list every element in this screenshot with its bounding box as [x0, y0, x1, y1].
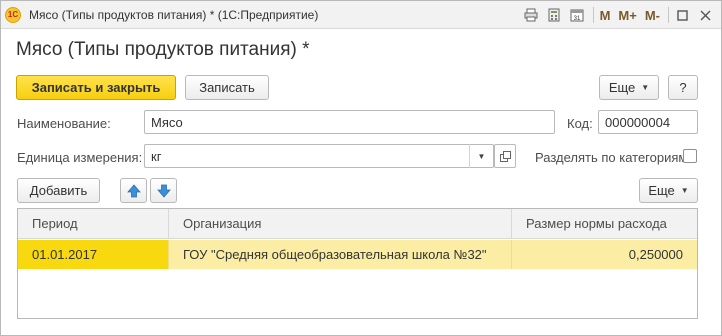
unit-dropdown-button[interactable]: ▼	[469, 144, 493, 168]
chevron-down-icon: ▼	[477, 151, 486, 161]
split-by-categories-label: Разделять по категориям:	[535, 150, 691, 165]
toolbar-divider	[592, 7, 594, 23]
code-field[interactable]: 000000004	[598, 110, 698, 134]
maximize-icon[interactable]	[672, 5, 692, 25]
close-icon[interactable]	[695, 5, 715, 25]
open-window-icon	[499, 150, 511, 162]
table-more-button[interactable]: Еще ▼	[639, 178, 698, 203]
app-logo-icon: 1С	[5, 7, 21, 23]
svg-text:31: 31	[573, 16, 580, 22]
column-header-norm[interactable]: Размер нормы расхода	[512, 209, 697, 239]
arrow-down-icon	[156, 184, 171, 198]
move-up-button[interactable]	[120, 178, 147, 203]
printer-icon[interactable]	[521, 5, 541, 25]
name-label: Наименование:	[17, 116, 111, 131]
unit-label: Единица измерения:	[17, 150, 143, 165]
cell-period[interactable]: 01.01.2017	[18, 240, 169, 269]
title-bar: 1С Мясо (Типы продуктов питания) * (1С:П…	[1, 1, 721, 29]
table-header: Период Организация Размер нормы расхода	[18, 209, 697, 239]
table-more-label: Еще	[648, 183, 675, 198]
name-field[interactable]: Мясо	[144, 110, 555, 134]
toolbar-divider	[668, 7, 669, 23]
cell-norm[interactable]: 0,250000	[512, 240, 697, 269]
help-button[interactable]: ?	[668, 75, 698, 100]
title-bar-tools: 31 M M+ M-	[518, 5, 715, 25]
calendar-icon[interactable]: 31	[567, 5, 587, 25]
caret-down-icon: ▼	[680, 186, 689, 195]
add-row-button[interactable]: Добавить	[17, 178, 100, 203]
column-header-period[interactable]: Период	[18, 209, 169, 239]
memory-minus-button[interactable]: M-	[643, 5, 662, 25]
table-row[interactable]: 01.01.2017 ГОУ "Средняя общеобразователь…	[18, 240, 697, 269]
more-button[interactable]: Еще ▼	[599, 75, 659, 100]
move-down-button[interactable]	[150, 178, 177, 203]
cell-organization[interactable]: ГОУ "Средняя общеобразовательная школа №…	[169, 240, 512, 269]
save-button[interactable]: Записать	[185, 75, 269, 100]
form-window: 1С Мясо (Типы продуктов питания) * (1С:П…	[0, 0, 722, 336]
calculator-icon[interactable]	[544, 5, 564, 25]
memory-plus-button[interactable]: M+	[616, 5, 638, 25]
unit-open-button[interactable]	[494, 144, 516, 168]
split-by-categories-checkbox[interactable]	[683, 149, 697, 163]
unit-field[interactable]: кг	[144, 144, 494, 168]
arrow-up-icon	[126, 183, 141, 197]
more-button-label: Еще	[608, 80, 636, 95]
code-label: Код:	[567, 116, 593, 131]
caret-down-icon: ▼	[641, 83, 650, 92]
window-title: Мясо (Типы продуктов питания) * (1С:Пред…	[29, 8, 319, 22]
unit-field-value: кг	[151, 149, 162, 164]
column-header-organization[interactable]: Организация	[169, 209, 512, 239]
page-title: Мясо (Типы продуктов питания) *	[16, 39, 310, 60]
memory-button[interactable]: M	[598, 5, 613, 25]
consumption-norms-table: Период Организация Размер нормы расхода …	[17, 208, 698, 319]
save-and-close-button[interactable]: Записать и закрыть	[16, 75, 176, 100]
